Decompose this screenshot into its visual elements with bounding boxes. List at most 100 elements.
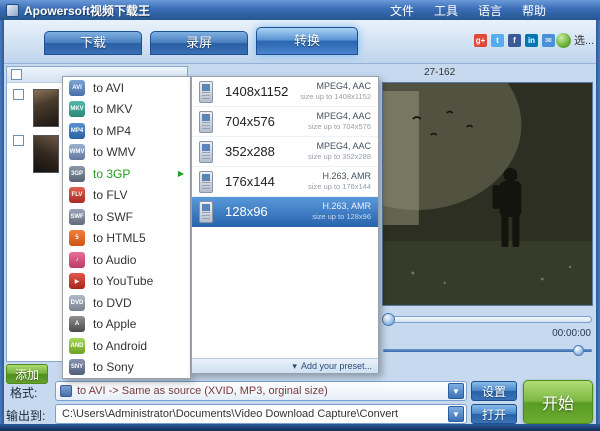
menu-item-to-android[interactable]: AND to Android (63, 335, 190, 357)
menu-tools[interactable]: 工具 (424, 2, 468, 19)
twitter-icon[interactable]: t (491, 34, 504, 47)
flv-icon: FLV (69, 187, 85, 203)
options-button[interactable]: 选... (556, 32, 596, 48)
menu-help[interactable]: 帮助 (512, 2, 556, 19)
preview-panel: 27-162 (381, 66, 594, 374)
menu-item-to-avi[interactable]: AVI to AVI (63, 77, 190, 99)
menu-item-label: to 3GP (93, 167, 130, 181)
audio-icon: ♪ (69, 252, 85, 268)
preset-size: size up to 704x576 (308, 122, 371, 132)
preset-codec: MPEG4, AAC (300, 81, 371, 93)
video-thumbnail (33, 89, 59, 127)
tab-bar: 下载 录屏 转换 g+ t f in ✉ 选... (4, 20, 596, 64)
format-value: to AVI -> Same as source (XVID, MP3, org… (77, 385, 328, 397)
preset-size: size up to 352x288 (308, 152, 371, 162)
phone-icon (199, 111, 213, 133)
email-icon[interactable]: ✉ (542, 34, 555, 47)
menu-item-to-mp4[interactable]: MP4 to MP4 (63, 120, 190, 142)
google-plus-icon[interactable]: g+ (474, 34, 487, 47)
select-all-checkbox[interactable] (11, 69, 22, 80)
apple-icon: A (69, 316, 85, 332)
menu-item-label: to HTML5 (93, 231, 146, 245)
dvd-icon: DVD (69, 295, 85, 311)
preset-size: size up to 1408x1152 (300, 92, 371, 102)
settings-button[interactable]: 设置 (471, 381, 517, 401)
preset-item-352x288[interactable]: 352x288 MPEG4, AAC size up to 352x288 (192, 137, 378, 167)
preset-resolution: 1408x1152 (225, 84, 288, 99)
menu-item-to-3gp[interactable]: 3GP to 3GP ▶ (63, 163, 190, 185)
output-dropdown-arrow-icon[interactable]: ▼ (448, 406, 464, 422)
mp4-icon: MP4 (69, 123, 85, 139)
volume-handle[interactable] (573, 345, 584, 356)
android-icon: AND (69, 338, 85, 354)
open-button[interactable]: 打开 (471, 404, 517, 424)
phone-icon (199, 201, 213, 223)
volume-slider[interactable] (383, 349, 592, 352)
menu-item-to-audio[interactable]: ♪ to Audio (63, 249, 190, 271)
3gp-icon: 3GP (69, 166, 85, 182)
item-checkbox[interactable] (13, 135, 24, 146)
menu-item-to-mkv[interactable]: MKV to MKV (63, 99, 190, 121)
menu-item-label: to Apple (93, 317, 136, 331)
menu-item-to-sony[interactable]: SNY to Sony (63, 357, 190, 379)
options-icon (556, 33, 571, 48)
menu-item-label: to Audio (93, 253, 136, 267)
tab-convert[interactable]: 转换 (256, 27, 358, 55)
menu-language[interactable]: 语言 (468, 2, 512, 19)
menu-item-label: to Android (93, 339, 147, 353)
item-checkbox[interactable] (13, 89, 24, 100)
linkedin-icon[interactable]: in (525, 34, 538, 47)
format-label: 格式: (10, 384, 37, 401)
menu-item-to-wmv[interactable]: WMV to WMV (63, 142, 190, 164)
window-title: Apowersoft视频下载王 (24, 2, 150, 19)
menu-item-label: to MP4 (93, 124, 131, 138)
mkv-icon: MKV (69, 101, 85, 117)
menu-item-to-apple[interactable]: A to Apple (63, 314, 190, 336)
preset-codec: MPEG4, AAC (308, 111, 371, 123)
menu-bar: 文件 工具 语言 帮助 (380, 0, 556, 20)
preset-codec: H.263, AMR (312, 201, 371, 213)
preset-item-176x144[interactable]: 176x144 H.263, AMR size up to 176x144 (192, 167, 378, 197)
preset-codec: MPEG4, AAC (308, 141, 371, 153)
seek-handle[interactable] (382, 313, 395, 326)
sony-icon: SNY (69, 359, 85, 375)
menu-item-label: to SWF (93, 210, 133, 224)
add-preset-button[interactable]: ▾ Add your preset... (192, 358, 378, 373)
menu-item-to-swf[interactable]: SWF to SWF (63, 206, 190, 228)
window-frame-left (0, 20, 4, 431)
menu-item-to-html5[interactable]: 5 to HTML5 (63, 228, 190, 250)
menu-item-to-flv[interactable]: FLV to FLV (63, 185, 190, 207)
menu-item-label: to DVD (93, 296, 132, 310)
menu-item-label: to AVI (93, 81, 124, 95)
seek-bar[interactable] (383, 316, 592, 323)
phone-icon (199, 81, 213, 103)
preset-resolution: 176x144 (225, 174, 275, 189)
menu-item-label: to FLV (93, 188, 127, 202)
menu-file[interactable]: 文件 (380, 2, 424, 19)
tab-download[interactable]: 下载 (44, 31, 142, 55)
format-dropdown-arrow-icon[interactable]: ▼ (448, 383, 464, 399)
preset-codec: H.263, AMR (308, 171, 371, 183)
menu-item-to-youtube[interactable]: ▶ to YouTube (63, 271, 190, 293)
window-frame-bottom (0, 424, 600, 431)
format-icon (60, 385, 72, 397)
format-combobox[interactable]: to AVI -> Same as source (XVID, MP3, org… (55, 381, 467, 401)
output-label: 输出到: (6, 407, 45, 424)
add-preset-icon: ▾ (292, 361, 297, 372)
preset-item-1408x1152[interactable]: 1408x1152 MPEG4, AAC size up to 1408x115… (192, 77, 378, 107)
menu-item-to-dvd[interactable]: DVD to DVD (63, 292, 190, 314)
preset-submenu: 1408x1152 MPEG4, AAC size up to 1408x115… (191, 76, 379, 374)
start-button[interactable]: 开始 (523, 380, 593, 424)
youtube-icon: ▶ (69, 273, 85, 289)
preset-item-704x576[interactable]: 704x576 MPEG4, AAC size up to 704x576 (192, 107, 378, 137)
tab-record[interactable]: 录屏 (150, 31, 248, 55)
avi-icon: AVI (69, 80, 85, 96)
output-path-combobox[interactable]: C:\Users\Administrator\Documents\Video D… (55, 404, 467, 424)
facebook-icon[interactable]: f (508, 34, 521, 47)
preview-video-title: 27-162 (424, 66, 594, 80)
add-button[interactable]: 添加 (6, 364, 48, 384)
app-window: Apowersoft视频下载王 文件 工具 语言 帮助 下载 录屏 转换 g+ … (0, 0, 600, 431)
app-logo-icon (6, 4, 19, 17)
preset-item-128x96[interactable]: 128x96 H.263, AMR size up to 128x96 (192, 197, 378, 227)
phone-icon (199, 141, 213, 163)
